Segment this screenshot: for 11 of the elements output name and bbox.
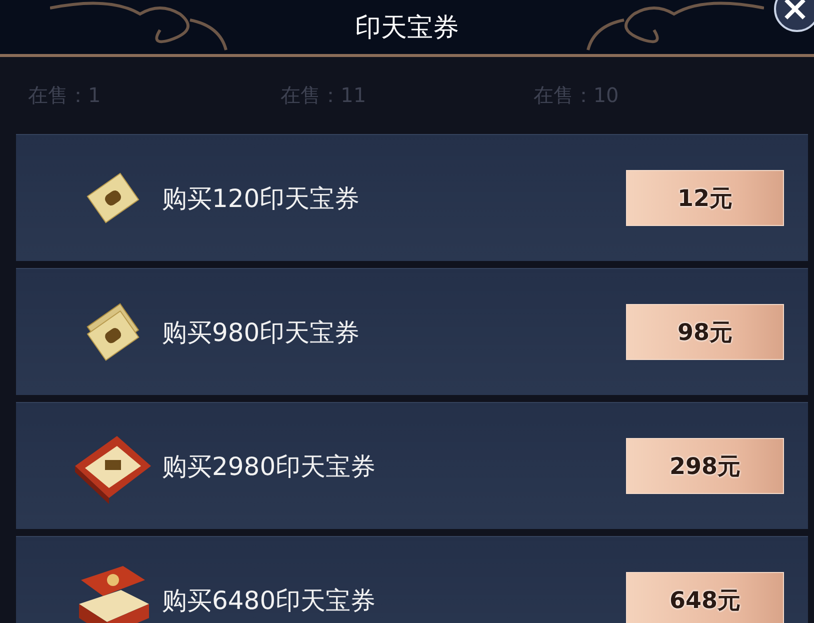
window-title: 印天宝券: [355, 12, 459, 44]
offer-label: 购买120印天宝券: [162, 182, 361, 214]
price-button[interactable]: 12元: [626, 170, 784, 226]
offer-label: 购买6480印天宝券: [162, 584, 377, 616]
cloud-ornament-icon: [50, 0, 230, 52]
offer-label: 购买2980印天宝券: [162, 450, 377, 482]
cloud-ornament-icon: [584, 0, 764, 52]
offer-label: 购买980印天宝券: [162, 316, 361, 348]
price-button[interactable]: 298元: [626, 438, 784, 494]
price-button[interactable]: 98元: [626, 304, 784, 360]
price-button[interactable]: 648元: [626, 572, 784, 623]
